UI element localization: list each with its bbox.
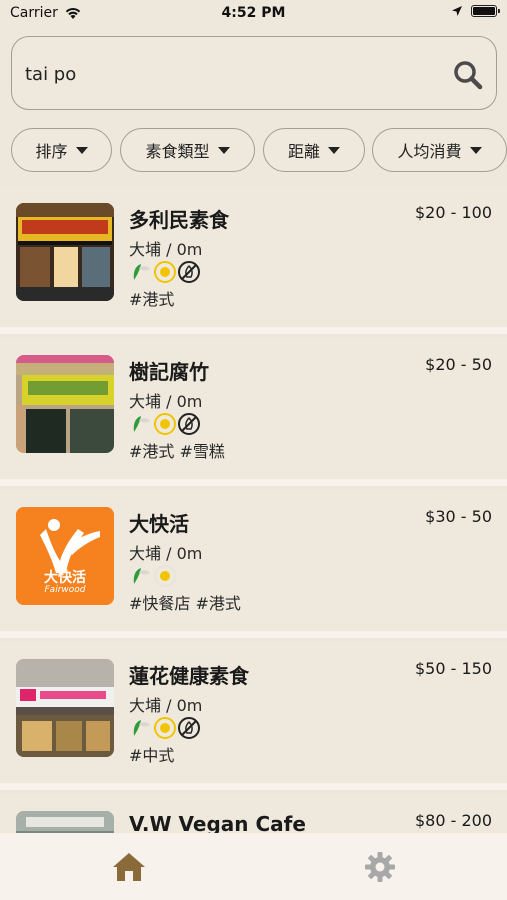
restaurant-photo bbox=[16, 659, 114, 757]
divider bbox=[0, 327, 507, 334]
divider bbox=[0, 479, 507, 486]
filter-label: 素食類型 bbox=[145, 142, 210, 161]
egg-icon bbox=[154, 261, 176, 283]
filter-price-button[interactable]: 人均消費 bbox=[372, 128, 507, 172]
search-input[interactable] bbox=[25, 59, 425, 89]
vegan-leaf-icon bbox=[133, 264, 150, 280]
restaurant-location: 大埔 / 0m bbox=[129, 696, 203, 715]
restaurant-name: V.W Vegan Cafe bbox=[129, 812, 306, 833]
restaurant-list: 多利民素食 $20 - 100 大埔 / 0m #港式 樹記腐竹 $20 - 5… bbox=[0, 187, 507, 833]
restaurant-photo bbox=[16, 355, 114, 453]
restaurant-name: 多利民素食 bbox=[129, 208, 229, 232]
battery-icon bbox=[471, 5, 500, 17]
price-range: $20 - 50 bbox=[425, 355, 492, 374]
restaurant-location: 大埔 / 0m bbox=[129, 392, 203, 411]
gear-icon[interactable] bbox=[362, 849, 398, 885]
filter-label: 人均消費 bbox=[397, 142, 462, 161]
divider bbox=[0, 783, 507, 790]
tab-bar bbox=[0, 833, 507, 900]
filter-label: 距離 bbox=[287, 142, 320, 161]
caret-down-icon bbox=[75, 146, 88, 154]
filter-veg-type-button[interactable]: 素食類型 bbox=[120, 128, 255, 172]
restaurant-tags: #港式 bbox=[129, 290, 175, 309]
no-onion-garlic-icon bbox=[178, 261, 200, 283]
diet-badges bbox=[129, 412, 201, 436]
restaurant-location: 大埔 / 0m bbox=[129, 240, 203, 259]
restaurant-photo bbox=[16, 811, 114, 833]
price-range: $20 - 100 bbox=[414, 203, 492, 222]
vegan-leaf-icon bbox=[133, 416, 150, 432]
restaurant-photo bbox=[16, 203, 114, 301]
status-bar: Carrier 4:52 PM bbox=[0, 0, 507, 28]
no-onion-garlic-icon bbox=[178, 413, 200, 435]
diet-badges bbox=[129, 564, 177, 588]
status-time: 4:52 PM bbox=[221, 5, 286, 21]
restaurant-name: 大快活 bbox=[129, 512, 189, 536]
caret-down-icon bbox=[469, 146, 482, 154]
price-range: $30 - 50 bbox=[425, 507, 492, 526]
search-box[interactable] bbox=[11, 36, 497, 110]
caret-down-icon bbox=[217, 146, 230, 154]
restaurant-logo: 大快活 Fairwood bbox=[16, 507, 114, 605]
logo-text: 大快活 bbox=[44, 570, 86, 586]
restaurant-item[interactable]: 樹記腐竹 $20 - 50 大埔 / 0m #港式 #雪糕 bbox=[0, 339, 507, 479]
restaurant-item[interactable]: 大快活 Fairwood 大快活 $30 - 50 大埔 / 0m #快餐店 #… bbox=[0, 491, 507, 631]
filter-sort-button[interactable]: 排序 bbox=[11, 128, 112, 172]
vegan-leaf-icon bbox=[133, 568, 150, 584]
vegan-leaf-icon bbox=[133, 720, 150, 736]
restaurant-item[interactable]: V.W Vegan Cafe $80 - 200 bbox=[0, 795, 507, 833]
restaurant-item[interactable]: 蓮花健康素食 $50 - 150 大埔 / 0m #中式 bbox=[0, 643, 507, 783]
diet-badges bbox=[129, 260, 201, 284]
filter-label: 排序 bbox=[35, 142, 68, 161]
price-range: $50 - 150 bbox=[414, 659, 492, 678]
logo-subtext: Fairwood bbox=[44, 585, 86, 595]
egg-icon bbox=[154, 717, 176, 739]
restaurant-name: 樹記腐竹 bbox=[129, 360, 209, 384]
restaurant-location: 大埔 / 0m bbox=[129, 544, 203, 563]
search-icon[interactable] bbox=[452, 59, 484, 91]
restaurant-item[interactable]: 多利民素食 $20 - 100 大埔 / 0m #港式 bbox=[0, 187, 507, 327]
location-arrow-icon bbox=[452, 6, 462, 16]
divider bbox=[0, 631, 507, 638]
restaurant-tags: #快餐店 #港式 bbox=[129, 594, 241, 613]
restaurant-tags: #港式 #雪糕 bbox=[129, 442, 225, 461]
egg-icon bbox=[154, 413, 176, 435]
restaurant-name: 蓮花健康素食 bbox=[129, 664, 249, 688]
home-icon[interactable] bbox=[111, 849, 147, 885]
caret-down-icon bbox=[328, 146, 340, 154]
egg-icon bbox=[154, 565, 176, 587]
status-right bbox=[451, 5, 500, 17]
filter-distance-button[interactable]: 距離 bbox=[263, 128, 365, 172]
price-range: $80 - 200 bbox=[414, 811, 492, 830]
restaurant-tags: #中式 bbox=[129, 746, 175, 765]
filter-bar: 排序 素食類型 距離 人均消費 bbox=[11, 128, 507, 172]
no-onion-garlic-icon bbox=[178, 717, 200, 739]
diet-badges bbox=[129, 716, 201, 740]
